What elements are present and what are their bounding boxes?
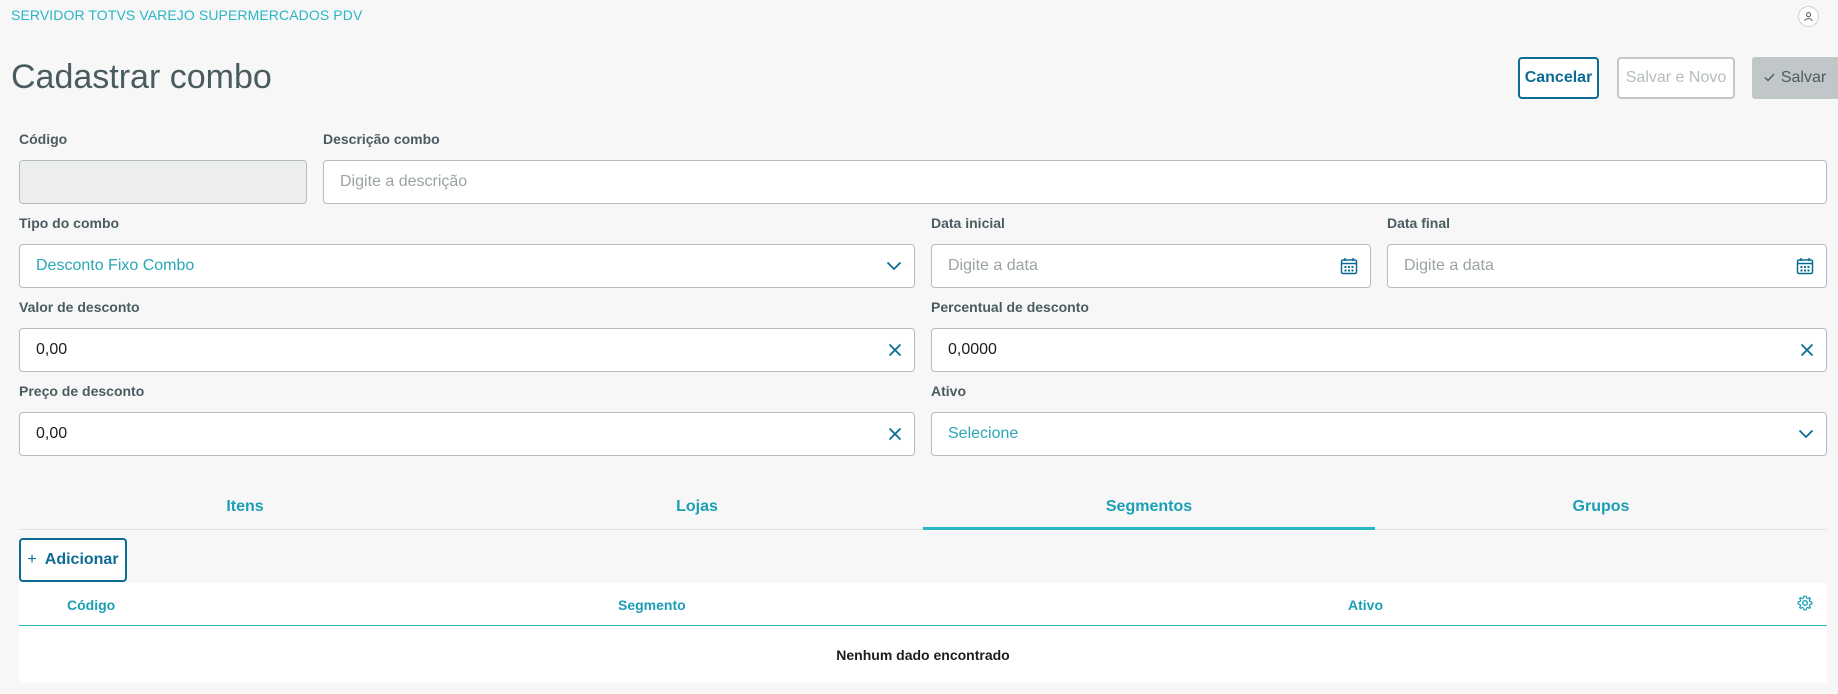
gear-icon[interactable] bbox=[1797, 595, 1815, 613]
clear-icon[interactable] bbox=[1800, 343, 1814, 357]
tab-grupos[interactable]: Grupos bbox=[1375, 485, 1827, 529]
save-and-new-button[interactable]: Salvar e Novo bbox=[1617, 57, 1735, 99]
ativo-value: Selecione bbox=[948, 425, 1019, 442]
tipo-combo-value: Desconto Fixo Combo bbox=[36, 257, 195, 274]
tab-lojas[interactable]: Lojas bbox=[471, 485, 923, 529]
table-header: Código Segmento Ativo bbox=[19, 583, 1827, 626]
percentual-desconto-input[interactable]: 0,0000 bbox=[931, 328, 1827, 372]
valor-desconto-input[interactable]: 0,00 bbox=[19, 328, 915, 372]
add-button[interactable]: + Adicionar bbox=[19, 538, 127, 582]
cancel-button[interactable]: Cancelar bbox=[1518, 57, 1599, 99]
app-title: SERVIDOR TOTVS VAREJO SUPERMERCADOS PDV bbox=[11, 7, 363, 23]
tabs: Itens Lojas Segmentos Grupos bbox=[19, 485, 1827, 530]
tab-segmentos[interactable]: Segmentos bbox=[923, 485, 1375, 530]
valor-desconto-value: 0,00 bbox=[36, 341, 68, 358]
column-header-ativo[interactable]: Ativo bbox=[1348, 597, 1383, 613]
descricao-label: Descrição combo bbox=[323, 131, 440, 147]
add-button-label: Adicionar bbox=[44, 551, 119, 568]
data-final-placeholder: Digite a data bbox=[1404, 257, 1494, 274]
clear-icon[interactable] bbox=[888, 427, 902, 441]
save-button[interactable]: Salvar bbox=[1752, 57, 1838, 99]
calendar-icon[interactable] bbox=[1340, 257, 1358, 275]
ativo-label: Ativo bbox=[931, 383, 966, 399]
data-final-input[interactable]: Digite a data bbox=[1387, 244, 1827, 288]
column-header-codigo[interactable]: Código bbox=[67, 597, 115, 613]
valor-desconto-label: Valor de desconto bbox=[19, 299, 140, 315]
preco-desconto-value: 0,00 bbox=[36, 425, 68, 442]
ativo-select[interactable]: Selecione bbox=[931, 412, 1827, 456]
chevron-down-icon bbox=[1798, 429, 1814, 439]
data-final-label: Data final bbox=[1387, 215, 1451, 231]
segments-table: Código Segmento Ativo Nenhum dado encont… bbox=[19, 583, 1827, 683]
percentual-desconto-label: Percentual de desconto bbox=[931, 299, 1089, 315]
percentual-desconto-value: 0,0000 bbox=[948, 341, 997, 358]
tipo-combo-label: Tipo do combo bbox=[19, 215, 120, 231]
codigo-field bbox=[19, 160, 307, 204]
tab-itens[interactable]: Itens bbox=[19, 485, 471, 529]
tipo-combo-select[interactable]: Desconto Fixo Combo bbox=[19, 244, 915, 288]
chevron-down-icon bbox=[886, 261, 902, 271]
codigo-label: Código bbox=[19, 131, 68, 147]
user-icon[interactable] bbox=[1798, 6, 1819, 27]
clear-icon[interactable] bbox=[888, 343, 902, 357]
check-icon bbox=[1764, 69, 1775, 87]
descricao-input[interactable]: Digite a descrição bbox=[323, 160, 1827, 204]
data-inicial-label: Data inicial bbox=[931, 215, 1005, 231]
column-header-segmento[interactable]: Segmento bbox=[618, 597, 686, 613]
calendar-icon[interactable] bbox=[1796, 257, 1814, 275]
save-button-label: Salvar bbox=[1780, 69, 1827, 86]
preco-desconto-input[interactable]: 0,00 bbox=[19, 412, 915, 456]
preco-desconto-label: Preço de desconto bbox=[19, 383, 145, 399]
data-inicial-input[interactable]: Digite a data bbox=[931, 244, 1371, 288]
data-inicial-placeholder: Digite a data bbox=[948, 257, 1038, 274]
page-title: Cadastrar combo bbox=[11, 58, 272, 96]
empty-message: Nenhum dado encontrado bbox=[836, 646, 1010, 663]
plus-icon: + bbox=[27, 551, 37, 568]
descricao-placeholder: Digite a descrição bbox=[340, 173, 468, 190]
